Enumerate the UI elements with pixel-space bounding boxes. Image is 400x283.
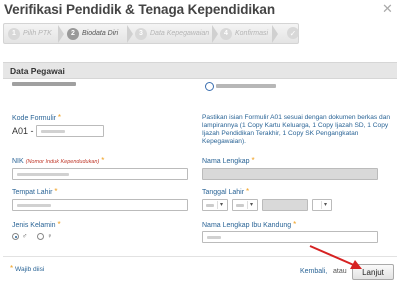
female-radio[interactable] — [37, 233, 45, 240]
step-data-kepegawaian[interactable]: 3 Data Kepegawaian — [135, 24, 209, 43]
check-icon: ✓ — [287, 27, 299, 39]
step-label: Konfirmasi — [235, 30, 269, 37]
chevron-right-icon — [127, 25, 133, 43]
tanggal-lahir-month-select[interactable]: ▾ — [232, 199, 258, 211]
step-number: 4 — [220, 27, 232, 40]
or-text: atau — [333, 268, 347, 275]
user-icon — [205, 82, 214, 91]
footer-divider — [3, 256, 397, 257]
step-label: Pilih PTK — [23, 30, 52, 37]
jenis-kelamin-label: Jenis Kelamin * — [12, 220, 61, 229]
kode-formulir-prefix: A01 - — [12, 126, 34, 136]
female-icon: ♀ — [47, 233, 53, 240]
male-radio[interactable] — [12, 233, 19, 240]
chevron-right-icon — [58, 25, 64, 43]
section-title: Data Pegawai — [10, 66, 65, 76]
nik-label: NIK (Nomor Induk Kependudukan) * — [12, 156, 105, 165]
jenis-kelamin-options: ♂ ♀ — [12, 233, 53, 240]
back-link[interactable]: Kembali, — [300, 268, 327, 275]
tanggal-lahir-redacted — [262, 199, 308, 211]
chevron-down-icon: ▾ — [217, 201, 225, 209]
kode-formulir-label: Kode Formulir * — [12, 113, 62, 122]
step-pilih-ptk[interactable]: 1 Pilih PTK — [8, 24, 52, 43]
info-text: Pastikan isian Formulir A01 sesuai denga… — [202, 114, 391, 145]
step-number: 1 — [8, 27, 20, 40]
close-icon[interactable]: ✕ — [382, 2, 393, 15]
kode-formulir-input[interactable] — [36, 125, 104, 137]
step-number: 3 — [135, 27, 147, 40]
redacted-name — [12, 82, 76, 86]
nama-ibu-input[interactable] — [202, 231, 378, 243]
nik-input[interactable] — [12, 168, 188, 180]
required-note: * Wajib diisi — [10, 264, 45, 273]
nama-lengkap-label: Nama Lengkap * — [202, 156, 255, 165]
male-icon: ♂ — [22, 233, 28, 240]
tempat-lahir-input[interactable] — [12, 199, 188, 211]
step-biodata-diri[interactable]: 2 Biodata Diri — [67, 24, 118, 43]
tanggal-lahir-year-select[interactable]: ▾ — [312, 199, 332, 211]
step-konfirmasi[interactable]: 4 Konfirmasi — [220, 24, 268, 43]
step-label: Biodata Diri — [82, 30, 119, 37]
step-number: 2 — [67, 27, 79, 40]
wizard-steps: 1 Pilih PTK 2 Biodata Diri 3 Data Kepega… — [3, 23, 299, 44]
section-header: Data Pegawai — [3, 62, 397, 79]
chevron-right-icon — [212, 25, 218, 43]
chevron-down-icon: ▾ — [247, 201, 255, 209]
next-button[interactable]: Lanjut — [352, 264, 394, 280]
tanggal-lahir-label: Tanggal Lahir * — [202, 187, 250, 196]
chevron-right-icon — [272, 25, 278, 43]
nama-ibu-label: Nama Lengkap Ibu Kandung * — [202, 220, 297, 229]
tempat-lahir-label: Tempat Lahir * — [12, 187, 58, 196]
redacted-id — [216, 84, 276, 88]
chevron-down-icon: ▾ — [321, 201, 329, 209]
tanggal-lahir-day-select[interactable]: ▾ — [202, 199, 228, 211]
nama-lengkap-input[interactable] — [202, 168, 378, 180]
step-label: Data Kepegawaian — [150, 30, 210, 37]
window-title: Verifikasi Pendidik & Tenaga Kependidika… — [4, 2, 275, 17]
